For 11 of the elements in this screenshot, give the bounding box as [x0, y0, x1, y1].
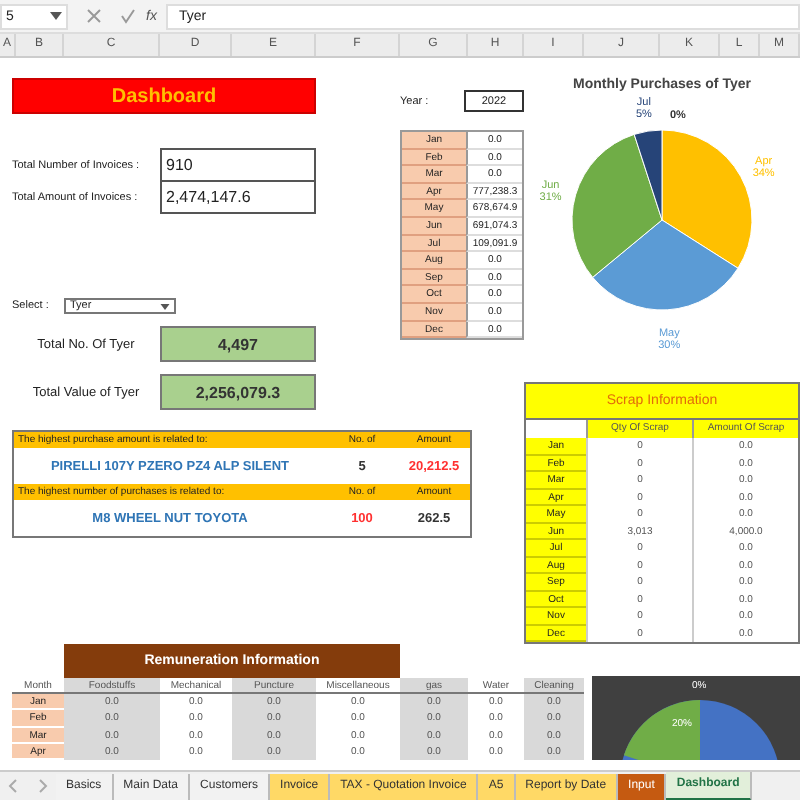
total-value: 2,256,079.3 — [160, 374, 316, 410]
caret-icon — [160, 303, 170, 309]
check-icon[interactable] — [120, 8, 136, 24]
invoice-value: 2,474,147.6 — [160, 180, 316, 214]
previous-sheet-icon[interactable] — [8, 778, 20, 794]
invoice-value: 910 — [160, 148, 316, 182]
dashboard-title: Dashboard — [12, 78, 316, 114]
caret-icon — [50, 12, 62, 20]
next-sheet-icon[interactable] — [36, 778, 48, 794]
total-value: 4,497 — [160, 326, 316, 362]
cancel-icon[interactable] — [86, 8, 102, 24]
